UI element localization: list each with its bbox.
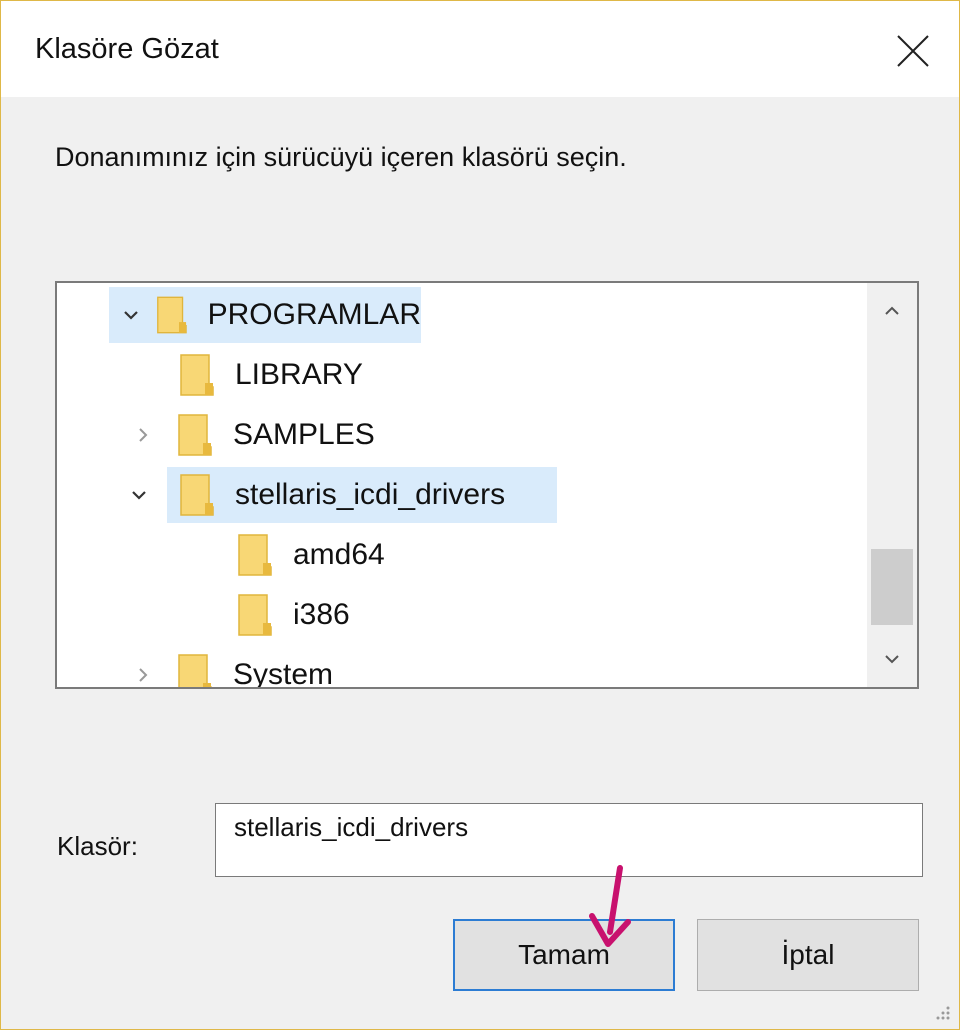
browse-folder-dialog: Klasöre Gözat Donanımınız için sürücüyü … xyxy=(0,0,960,1030)
tree-item-stellaris-icdi-drivers[interactable]: stellaris_icdi_drivers xyxy=(167,467,557,523)
vertical-scrollbar[interactable] xyxy=(867,283,917,687)
close-icon xyxy=(897,35,929,67)
tree-item-label: SAMPLES xyxy=(233,418,375,451)
tree-item-library[interactable]: LIBRARY xyxy=(167,347,363,403)
tree-item-label: PROGRAMLAR xyxy=(207,298,421,331)
tree-item-label: System xyxy=(233,658,334,689)
close-button[interactable] xyxy=(881,23,945,79)
scroll-up-button[interactable] xyxy=(867,283,917,339)
chevron-right-icon[interactable] xyxy=(123,407,163,463)
folder-tree[interactable]: PROGRAMLAR LIBRARY SAMPLES stellaris_icd… xyxy=(55,281,919,689)
cancel-button[interactable]: İptal xyxy=(697,919,919,991)
instruction-text: Donanımınız için sürücüyü içeren klasörü… xyxy=(55,142,627,172)
chevron-down-icon xyxy=(885,655,899,664)
tree-item-label: LIBRARY xyxy=(235,358,363,391)
scroll-down-button[interactable] xyxy=(867,631,917,687)
folder-icon xyxy=(238,594,272,636)
folder-icon xyxy=(156,296,187,334)
tree-item-label: stellaris_icdi_drivers xyxy=(235,478,506,511)
chevron-right-icon[interactable] xyxy=(123,647,163,687)
folder-name-input[interactable] xyxy=(215,803,923,877)
folder-field-label: Klasör: xyxy=(57,831,138,861)
folder-icon xyxy=(180,354,214,396)
folder-icon xyxy=(178,414,212,456)
tree-item-label: i386 xyxy=(293,598,350,631)
tree-item-amd64[interactable]: amd64 xyxy=(225,527,385,583)
tree-item-samples[interactable]: SAMPLES xyxy=(123,407,375,463)
folder-icon xyxy=(180,474,214,516)
title-bar[interactable]: Klasöre Gözat xyxy=(1,1,959,97)
chevron-down-icon[interactable] xyxy=(125,467,153,523)
tree-item-system[interactable]: System xyxy=(123,647,334,689)
chevron-down-icon[interactable] xyxy=(119,287,144,343)
tree-item-i386[interactable]: i386 xyxy=(225,587,350,643)
scrollbar-thumb[interactable] xyxy=(871,549,913,625)
ok-button[interactable]: Tamam xyxy=(453,919,675,991)
chevron-up-icon xyxy=(885,306,899,315)
folder-icon xyxy=(238,534,272,576)
folder-icon xyxy=(178,654,212,687)
dialog-title: Klasöre Gözat xyxy=(35,33,219,65)
resize-grip-icon[interactable] xyxy=(933,1003,951,1021)
tree-item-programlar[interactable]: PROGRAMLAR xyxy=(109,287,421,343)
tree-item-label: amd64 xyxy=(293,538,385,571)
